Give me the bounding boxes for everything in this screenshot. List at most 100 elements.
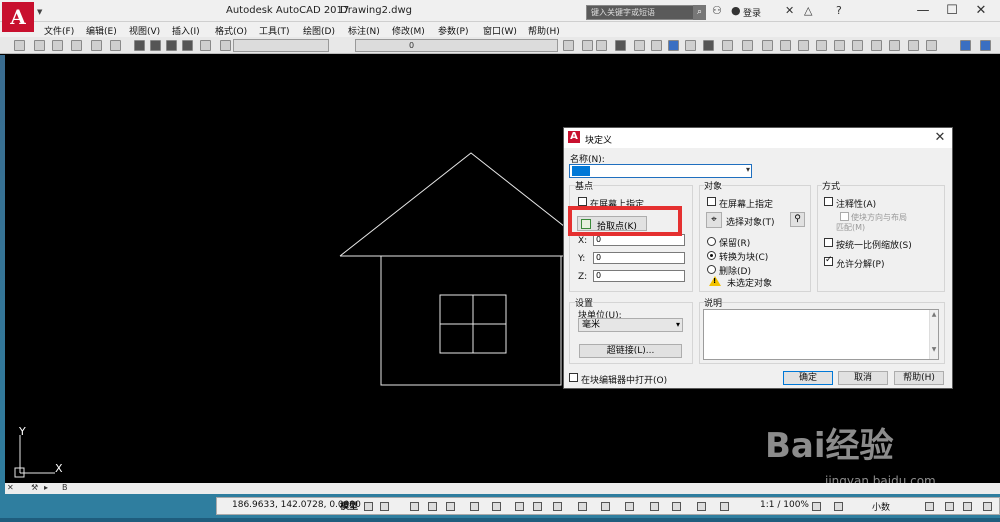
- layer-state-icon[interactable]: [150, 40, 161, 51]
- binoculars-icon[interactable]: ⚇: [712, 4, 722, 17]
- dim-space-icon[interactable]: [926, 40, 937, 51]
- menu-dimension[interactable]: 标注(N): [348, 24, 380, 37]
- lock-ui-icon[interactable]: [945, 502, 954, 511]
- visual-style-icon[interactable]: [615, 40, 626, 51]
- wrench-icon[interactable]: ⚒: [31, 483, 38, 492]
- dim-aligned-icon[interactable]: [742, 40, 753, 51]
- lineweight-icon[interactable]: [515, 502, 524, 511]
- maximize-button[interactable]: ☐: [937, 0, 967, 22]
- gizmo-icon[interactable]: [650, 502, 659, 511]
- print-icon[interactable]: [91, 40, 102, 51]
- dim-angular-icon[interactable]: [852, 40, 863, 51]
- menu-format[interactable]: 格式(O): [215, 24, 247, 37]
- menu-parametric[interactable]: 参数(P): [438, 24, 468, 37]
- convert-radio[interactable]: [707, 251, 716, 260]
- search-icon[interactable]: ⌕: [693, 5, 706, 20]
- command-text[interactable]: B: [62, 483, 68, 492]
- hyperlink-button[interactable]: 超链接(L)...: [579, 344, 682, 358]
- snap-icon[interactable]: [380, 502, 389, 511]
- selection-cycling-icon[interactable]: [553, 502, 562, 511]
- chevron-down-icon[interactable]: ▾: [746, 165, 750, 174]
- cmd-close-icon[interactable]: ✕: [7, 483, 14, 492]
- realistic-icon[interactable]: [651, 40, 662, 51]
- open-icon[interactable]: [34, 40, 45, 51]
- units-value[interactable]: 小数: [872, 500, 890, 513]
- render-icon[interactable]: [685, 40, 696, 51]
- dim-ordinate-icon[interactable]: [780, 40, 791, 51]
- layer-combo[interactable]: 0: [355, 39, 558, 52]
- isodraft-icon[interactable]: [446, 502, 455, 511]
- customization-icon[interactable]: [983, 502, 992, 511]
- annotation-visibility-icon[interactable]: [672, 502, 681, 511]
- minimize-button[interactable]: —: [908, 0, 938, 22]
- navigate-icon[interactable]: [980, 40, 991, 51]
- match-prop-icon[interactable]: [134, 40, 145, 51]
- scale-uniformly-checkbox[interactable]: [824, 238, 833, 247]
- annotation-monitor-icon[interactable]: [834, 502, 843, 511]
- command-line[interactable]: ✕ ⚒ ▸ B: [5, 483, 1000, 494]
- exchange-icon[interactable]: ✕: [785, 4, 794, 17]
- quick-properties-icon[interactable]: [925, 502, 934, 511]
- osnap-track-icon[interactable]: [470, 502, 479, 511]
- login-link[interactable]: 登录: [743, 6, 761, 19]
- dim-baseline-icon[interactable]: [889, 40, 900, 51]
- retain-radio[interactable]: [707, 237, 716, 246]
- menu-file[interactable]: 文件(F): [44, 24, 74, 37]
- polar-icon[interactable]: [428, 502, 437, 511]
- menu-draw[interactable]: 绘图(D): [303, 24, 335, 37]
- transparency-icon[interactable]: [533, 502, 542, 511]
- block-name-combo[interactable]: ▾: [569, 164, 752, 178]
- layer-walk-icon[interactable]: [596, 40, 607, 51]
- dynamic-ucs-icon[interactable]: [601, 502, 610, 511]
- quick-access-caret-icon[interactable]: ▼: [37, 8, 42, 16]
- dialog-close-button[interactable]: ✕: [932, 130, 948, 146]
- dim-arc-icon[interactable]: [762, 40, 773, 51]
- preview-icon[interactable]: [110, 40, 121, 51]
- dim-diameter-icon[interactable]: [834, 40, 845, 51]
- save-icon[interactable]: [52, 40, 63, 51]
- dim-quick-icon[interactable]: [871, 40, 882, 51]
- sun-icon[interactable]: [703, 40, 714, 51]
- layer-prev-icon[interactable]: [220, 40, 231, 51]
- menu-tools[interactable]: 工具(T): [259, 24, 290, 37]
- description-field[interactable]: ▲ ▼: [703, 309, 939, 360]
- delete-radio[interactable]: [707, 265, 716, 274]
- dim-jogged-icon[interactable]: [816, 40, 827, 51]
- annotation-scale-icon[interactable]: [720, 502, 729, 511]
- menu-edit[interactable]: 编辑(E): [86, 24, 117, 37]
- shade-icon[interactable]: [634, 40, 645, 51]
- ortho-icon[interactable]: [410, 502, 419, 511]
- help-icon[interactable]: ?: [836, 4, 842, 17]
- cancel-button[interactable]: 取消: [838, 371, 888, 385]
- layer-freeze-icon[interactable]: [166, 40, 177, 51]
- open-in-editor-checkbox[interactable]: [569, 373, 578, 382]
- model-space-button[interactable]: 模型: [340, 499, 358, 512]
- menu-insert[interactable]: 插入(I): [172, 24, 200, 37]
- auto-scale-icon[interactable]: [697, 502, 706, 511]
- a360-icon[interactable]: △: [804, 4, 812, 17]
- menu-view[interactable]: 视图(V): [129, 24, 160, 37]
- dim-continue-icon[interactable]: [908, 40, 919, 51]
- annotation-scale-value[interactable]: 1:1 / 100%: [760, 500, 809, 510]
- chevron-down-icon[interactable]: ▾: [676, 319, 680, 331]
- layer-iso-icon[interactable]: [582, 40, 593, 51]
- help-button[interactable]: 帮助(H): [894, 371, 944, 385]
- style-combo[interactable]: [233, 39, 329, 52]
- grid-icon[interactable]: [364, 502, 373, 511]
- menu-window[interactable]: 窗口(W): [483, 24, 517, 37]
- user-icon[interactable]: ●: [731, 4, 741, 17]
- base-specify-checkbox[interactable]: [578, 197, 587, 206]
- workspace-icon[interactable]: [812, 502, 821, 511]
- block-unit-select[interactable]: 毫米 ▾: [578, 318, 683, 332]
- material-icon[interactable]: [668, 40, 679, 51]
- y-field[interactable]: 0: [593, 252, 685, 264]
- allow-exploding-checkbox[interactable]: [824, 255, 833, 266]
- menu-help[interactable]: 帮助(H): [528, 24, 560, 37]
- menu-modify[interactable]: 修改(M): [392, 24, 425, 37]
- description-scrollbar[interactable]: ▲ ▼: [929, 310, 938, 359]
- save-as-icon[interactable]: [71, 40, 82, 51]
- z-field[interactable]: 0: [593, 270, 685, 282]
- layer-props-icon[interactable]: [563, 40, 574, 51]
- selection-filter-icon[interactable]: [625, 502, 634, 511]
- osnap-icon[interactable]: [492, 502, 501, 511]
